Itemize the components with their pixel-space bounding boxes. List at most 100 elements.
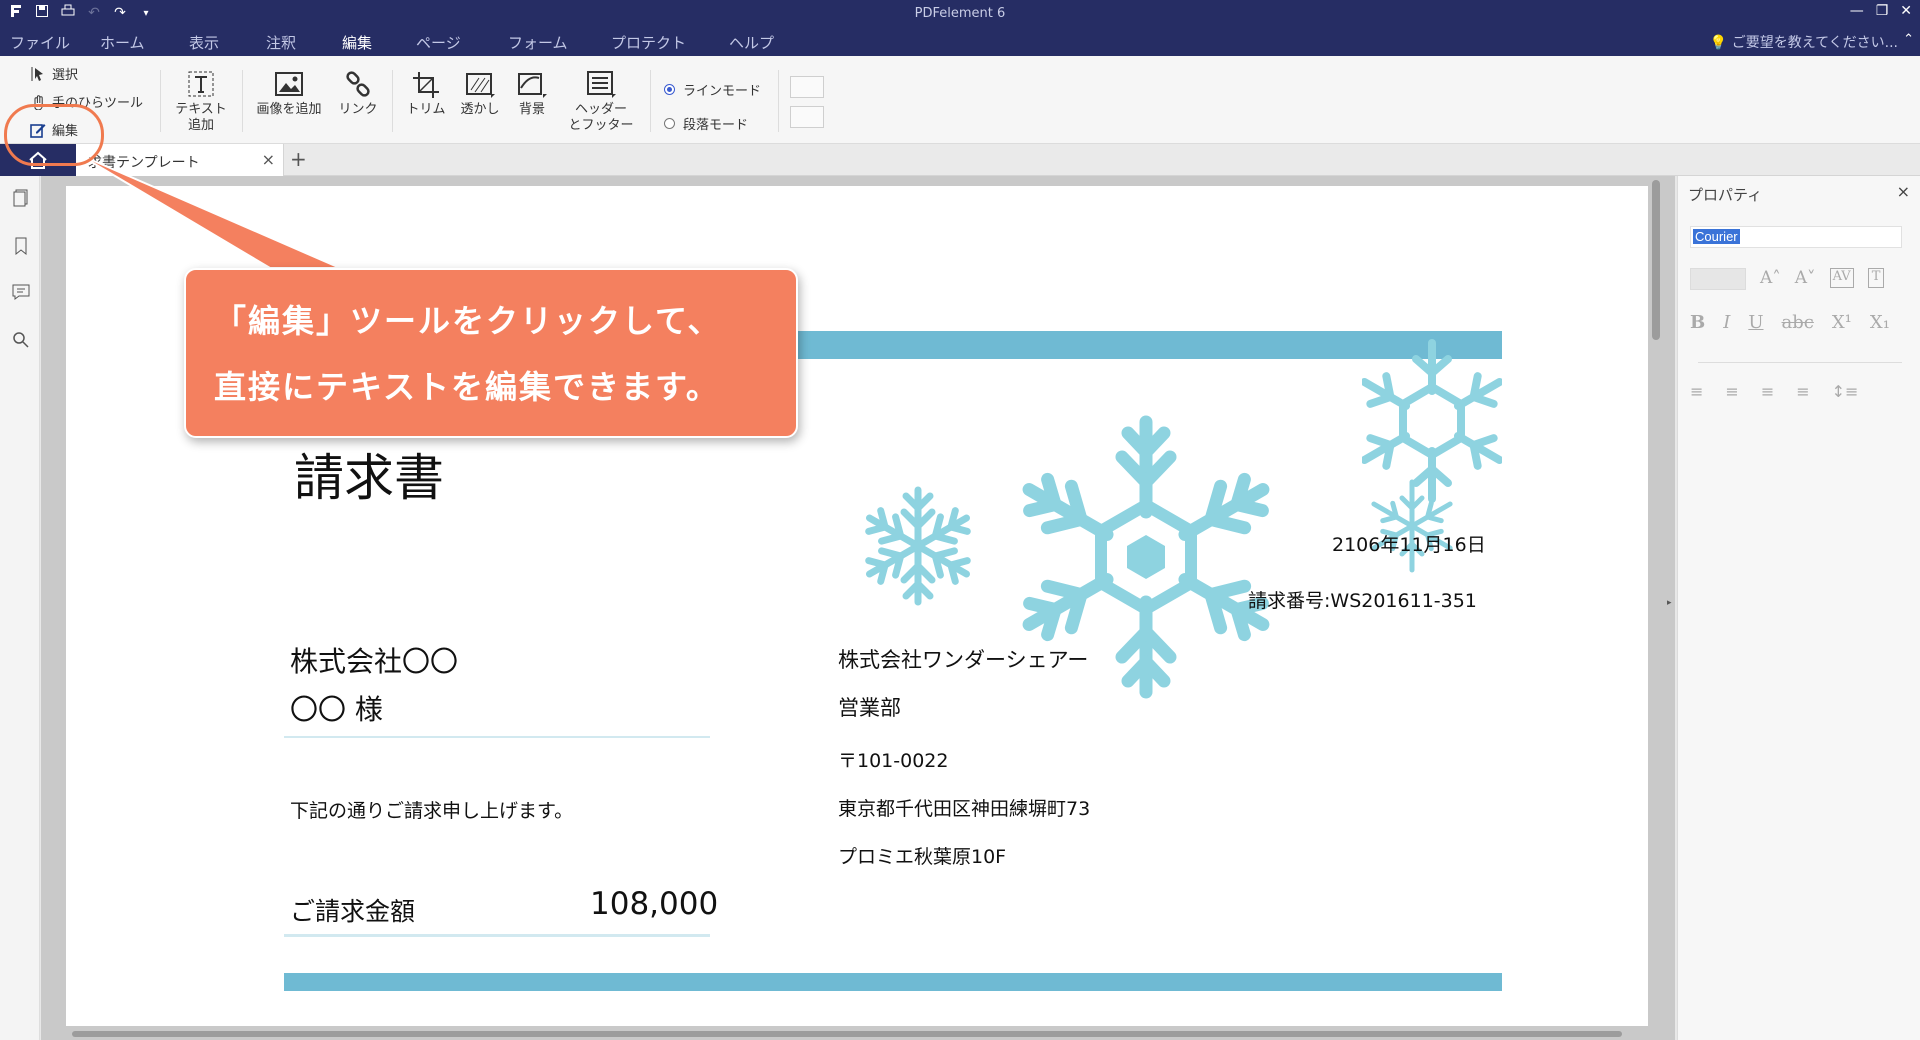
link-button[interactable]: リンク — [334, 70, 382, 118]
background-button[interactable]: 背景 — [508, 70, 556, 118]
link-icon — [346, 71, 370, 97]
horizontal-scrollbar[interactable] — [72, 1031, 1622, 1037]
callout-box: 「編集」ツールをクリックして、 直接にテキストを編集できます。 — [184, 268, 798, 438]
search-icon[interactable] — [11, 330, 31, 350]
line-mode-radio[interactable]: ラインモード — [664, 80, 761, 99]
align-left-objects-icon[interactable] — [790, 76, 824, 98]
superscript-icon[interactable]: X¹ — [1832, 312, 1852, 333]
image-icon — [275, 72, 303, 96]
select-tool[interactable]: 選択 — [30, 64, 78, 83]
thumbnails-icon[interactable] — [11, 188, 31, 208]
comment-icon[interactable] — [11, 282, 31, 302]
align-left-icon[interactable]: ≡ — [1690, 382, 1703, 401]
underline-icon[interactable]: U — [1748, 312, 1763, 333]
radio-dot — [664, 118, 675, 129]
menu-annotate[interactable]: 注釈 — [266, 32, 296, 53]
sender-building[interactable]: プロミエ秋葉原10F — [838, 842, 1006, 869]
subscript-icon[interactable]: X₁ — [1870, 312, 1890, 333]
crop-icon — [413, 72, 439, 98]
add-image-button[interactable]: 画像を追加 — [252, 70, 326, 118]
invoice-date[interactable]: 2106年11月16日 — [1332, 530, 1486, 557]
align-center-icon[interactable]: ≡ — [1725, 382, 1738, 401]
document-tab[interactable]: 求書テンプレート × — [76, 144, 284, 176]
snowflake-corner-icon — [1362, 339, 1502, 506]
properties-panel: プロパティ × Courier A˄ A˅ AV T B I U abc X¹ … — [1677, 176, 1920, 1040]
font-family-select[interactable]: Courier — [1690, 226, 1902, 248]
watermark-icon — [466, 73, 495, 98]
decrease-font-icon[interactable]: A˅ — [1795, 268, 1816, 288]
character-spacing-icon[interactable]: AV — [1829, 268, 1854, 288]
sender-company[interactable]: 株式会社ワンダーシェアー — [838, 644, 1088, 674]
window-controls: — ❐ ✕ — [1850, 3, 1912, 19]
text-options-icon[interactable]: T — [1867, 268, 1885, 288]
font-size-select[interactable] — [1690, 268, 1746, 290]
menu-protect[interactable]: プロテクト — [611, 32, 686, 53]
ribbon-separator — [242, 70, 243, 132]
snowflake-small-icon — [856, 486, 980, 612]
close-tab-icon[interactable]: × — [262, 150, 275, 169]
invoice-message[interactable]: 下記の通りご請求申し上げます。 — [290, 796, 573, 823]
minimize-button[interactable]: — — [1850, 3, 1864, 19]
document-tab-bar: 求書テンプレート × + — [0, 144, 1920, 176]
menu-form[interactable]: フォーム — [508, 32, 568, 53]
footer-accent-bar — [284, 973, 1502, 991]
close-button[interactable]: ✕ — [1900, 3, 1912, 19]
menu-home[interactable]: ホーム — [100, 32, 145, 53]
new-tab-button[interactable]: + — [290, 147, 307, 171]
ribbon-separator — [650, 70, 651, 132]
bold-icon[interactable]: B — [1690, 312, 1705, 333]
divider — [284, 934, 710, 937]
distribute-objects-icon[interactable] — [790, 106, 824, 128]
maximize-button[interactable]: ❐ — [1876, 3, 1889, 19]
callout-line-1: 「編集」ツールをクリックして、 — [214, 302, 722, 340]
menu-edit[interactable]: 編集 — [339, 32, 375, 59]
ribbon-separator — [392, 70, 393, 132]
lightbulb-icon: 💡 — [1709, 35, 1728, 51]
menu-help[interactable]: ヘルプ — [729, 32, 774, 53]
amount-value[interactable]: 108,000 — [590, 886, 718, 922]
strikethrough-icon[interactable]: abc — [1782, 312, 1814, 333]
left-sidebar — [0, 176, 40, 1040]
sender-postal-code[interactable]: 〒101-0022 — [838, 746, 948, 773]
panel-divider — [1698, 362, 1902, 363]
callout-line-2: 直接にテキストを編集できます。 — [214, 368, 720, 406]
properties-title: プロパティ — [1688, 186, 1763, 204]
justify-icon[interactable]: ≡ — [1796, 382, 1809, 401]
add-text-button[interactable]: テキスト 追加 — [172, 70, 230, 134]
ribbon-separator — [778, 70, 779, 132]
watermark-button[interactable]: 透かし — [456, 70, 504, 118]
header-footer-button[interactable]: ヘッダー とフッター — [564, 70, 638, 134]
title-bar: ↶ ↷ ▾ PDFelement 6 — ❐ ✕ — [0, 0, 1920, 28]
invoice-title[interactable]: 請求書 — [294, 438, 444, 510]
align-right-icon[interactable]: ≡ — [1761, 382, 1774, 401]
sender-address[interactable]: 東京都千代田区神田練塀町73 — [838, 794, 1090, 821]
italic-icon[interactable]: I — [1723, 312, 1730, 333]
amount-label[interactable]: ご請求金額 — [290, 892, 415, 928]
close-panel-icon[interactable]: × — [1897, 182, 1910, 201]
header-footer-icon — [587, 71, 616, 98]
cursor-icon — [31, 66, 43, 81]
menu-view[interactable]: 表示 — [189, 32, 219, 53]
bookmark-icon[interactable] — [11, 236, 31, 256]
radio-dot — [664, 84, 675, 95]
line-spacing-icon[interactable]: ↕≡ — [1832, 382, 1859, 401]
menu-bar: ファイル ホーム 表示 注釈 編集 ページ フォーム プロテクト ヘルプ 💡 ご… — [0, 28, 1920, 59]
increase-font-icon[interactable]: A˄ — [1760, 268, 1781, 288]
background-icon — [518, 73, 547, 98]
ribbon-separator — [160, 70, 161, 132]
vertical-scrollbar[interactable] — [1652, 180, 1660, 340]
client-person[interactable]: 〇〇 様 — [290, 688, 383, 728]
client-company[interactable]: 株式会社〇〇 — [290, 640, 458, 680]
help-prompt[interactable]: 💡 ご要望を教えてください... — [1710, 32, 1898, 52]
text-box-icon — [188, 71, 214, 97]
trim-button[interactable]: トリム — [402, 70, 450, 118]
menu-file[interactable]: ファイル — [10, 32, 70, 53]
invoice-number[interactable]: 請求番号:WS201611-351 — [1248, 586, 1477, 613]
sender-department[interactable]: 営業部 — [838, 692, 901, 722]
app-title: PDFelement 6 — [914, 6, 1006, 21]
expand-right-panel-icon[interactable]: ▸ — [1667, 598, 1672, 608]
menu-page[interactable]: ページ — [416, 32, 461, 53]
divider — [284, 736, 710, 738]
paragraph-mode-radio[interactable]: 段落モード — [664, 114, 748, 133]
collapse-ribbon-icon[interactable]: ⌃ — [1903, 32, 1914, 47]
